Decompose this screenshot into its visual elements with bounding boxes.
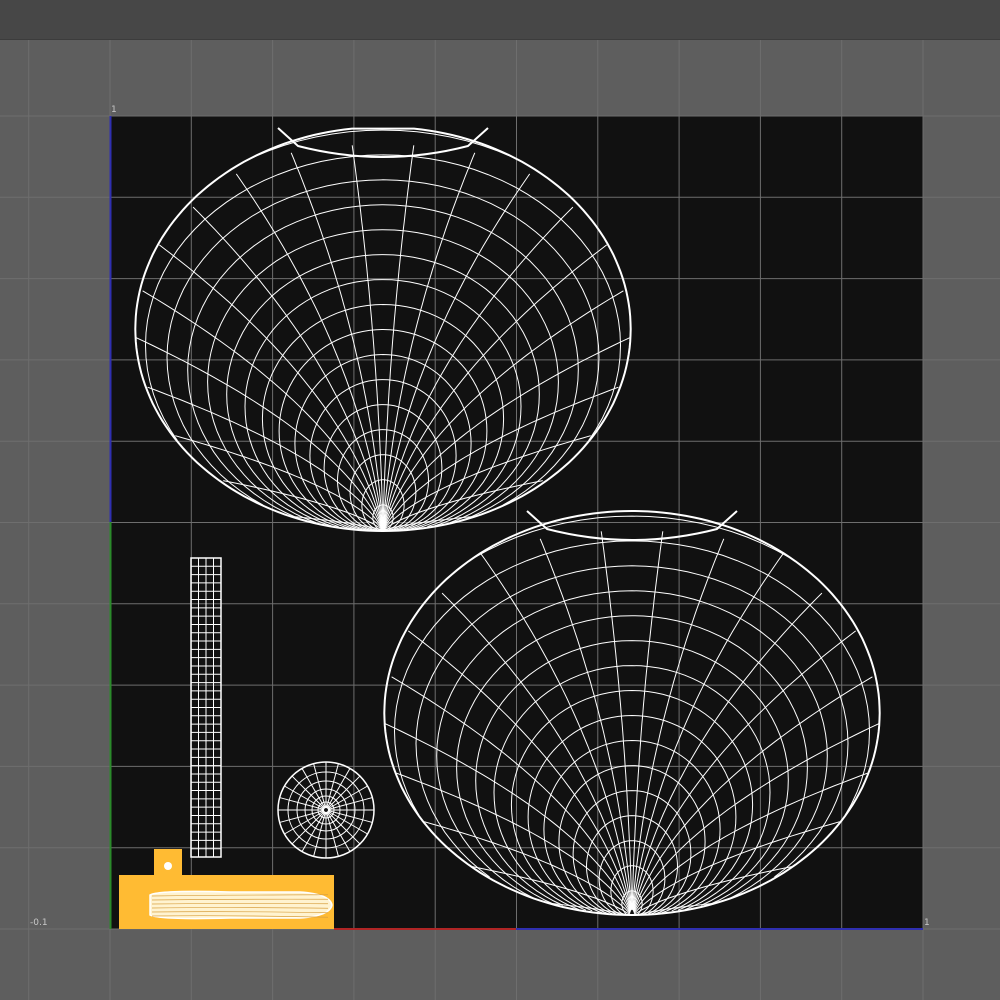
selected-tube-wire [149,890,333,920]
u-left-label: -0.1 [30,918,48,928]
u-right-label: 1 [924,918,930,928]
v-top-label: 1 [111,105,117,115]
uv-viewport[interactable]: 1 -0.1 1 [0,40,1000,1000]
selected-vertex [164,862,172,870]
editor-header [0,0,1000,40]
